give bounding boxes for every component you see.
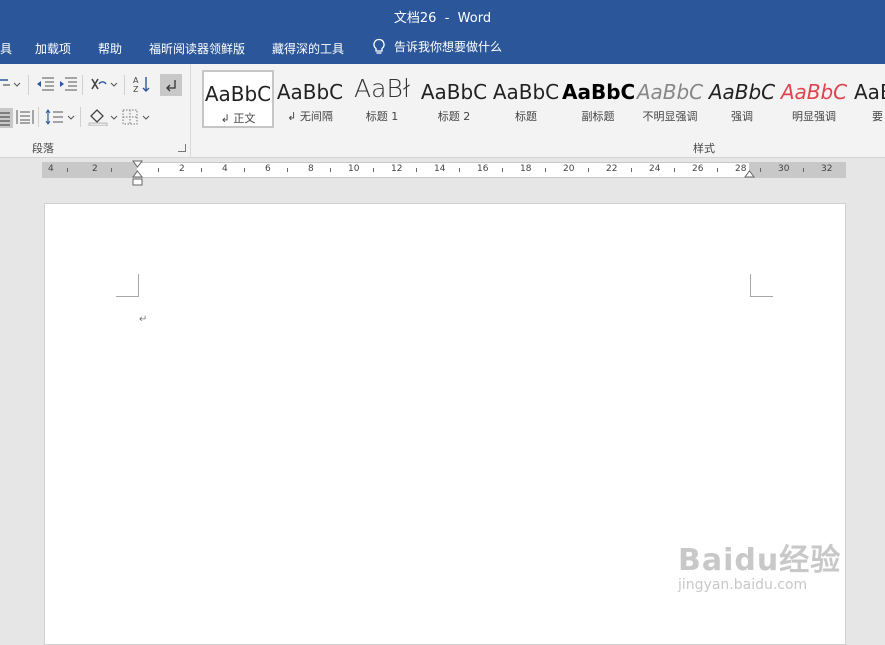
style-heading-2[interactable]: AaBbC 标题 2 — [418, 70, 490, 128]
multilevel-list-icon — [0, 79, 21, 87]
ruler-label: 10 — [348, 164, 360, 174]
title-bar: 文档26 - Word — [0, 0, 885, 30]
style-sample: AaBbC — [276, 80, 344, 104]
ruler-label: 4 — [48, 164, 54, 174]
style-strong[interactable]: AaB 要 — [850, 70, 885, 128]
style-name: 强调 — [731, 110, 753, 123]
svg-text:Z: Z — [133, 85, 139, 93]
style-name: 标题 1 — [365, 110, 399, 123]
ruler-label: 12 — [391, 164, 403, 174]
paragraph-group: A Z 段落 — [0, 64, 191, 157]
window-title: 文档26 - Word — [393, 11, 492, 26]
margin-corner-top-right — [750, 274, 773, 297]
menu-tab-hidden-tools[interactable]: 藏得深的工具 — [272, 40, 344, 57]
style-name: 标题 2 — [437, 110, 471, 123]
lightbulb-icon — [373, 38, 385, 54]
style-no-spacing[interactable]: AaBbC ↲ 无间隔 — [274, 70, 346, 128]
ruler-label: 6 — [265, 164, 271, 174]
watermark-main: Baidu经验 — [678, 543, 842, 578]
style-title[interactable]: AaBbC 标题 — [490, 70, 562, 128]
multilevel-list-button[interactable] — [0, 76, 22, 92]
style-name: 标题 — [515, 110, 537, 123]
ruler-label: 4 — [222, 164, 228, 174]
style-sample: AaBbC — [708, 80, 776, 104]
ruler-label: 22 — [606, 164, 618, 174]
style-name: 副标题 — [581, 110, 615, 123]
margin-corner-top-left — [116, 274, 139, 297]
decrease-indent-button[interactable] — [35, 76, 55, 92]
baidu-watermark: Baidu经验 jingyan.baidu.com — [678, 535, 841, 593]
style-intense-emphasis[interactable]: AaBbC 明显强调 — [778, 70, 850, 128]
style-sample: AaBbC — [562, 80, 634, 104]
paragraph-group-label: 段落 — [32, 142, 54, 155]
ruler-label: 14 — [434, 164, 446, 174]
menu-tab-help[interactable]: 帮助 — [98, 40, 122, 57]
ruler-label: 24 — [649, 164, 661, 174]
menu-bar: 具 加载项 帮助 福昕阅读器领鲜版 藏得深的工具 告诉我你想要做什么 — [0, 30, 885, 64]
style-sample: AaBł — [354, 74, 410, 103]
justify-button[interactable] — [0, 108, 13, 128]
increase-indent-icon — [60, 77, 77, 91]
ruler-label: 2 — [92, 164, 98, 174]
style-name: 不明显强调 — [642, 110, 698, 123]
ruler-label: 32 — [821, 164, 833, 174]
paint-bucket-icon — [88, 109, 118, 126]
decrease-indent-icon — [37, 77, 54, 91]
style-name: ↲ 无间隔 — [287, 110, 333, 123]
paragraph-mark: ↵ — [139, 314, 148, 325]
svg-text:A: A — [133, 76, 139, 85]
tell-me-text: 告诉我你想要做什么 — [394, 40, 503, 54]
style-emphasis[interactable]: AaBbC 强调 — [706, 70, 778, 128]
style-sample: AaBbC — [492, 80, 560, 104]
style-sample: AaBbC — [204, 82, 272, 106]
style-sample: AaBbC — [420, 80, 488, 104]
left-indent-marker[interactable] — [132, 170, 143, 186]
watermark-sub: jingyan.baidu.com — [678, 577, 808, 593]
chinese-layout-button[interactable] — [90, 76, 118, 92]
justify-icon — [0, 112, 10, 126]
ruler-left-margin — [43, 163, 137, 177]
style-sample: AaBbC — [780, 80, 848, 104]
menu-tab-addins[interactable]: 加载项 — [35, 40, 71, 57]
increase-indent-button[interactable] — [58, 76, 78, 92]
line-spacing-icon — [45, 109, 75, 125]
shading-button[interactable] — [88, 108, 118, 126]
sort-button[interactable]: A Z — [132, 75, 152, 93]
style-name: ↲ 正文 — [220, 112, 256, 125]
style-name: 明显强调 — [792, 110, 836, 123]
paragraph-mark-icon — [166, 80, 176, 92]
show-marks-button[interactable] — [160, 74, 182, 96]
ruler-label: 2 — [179, 164, 185, 174]
style-subtitle[interactable]: AaBbC 副标题 — [562, 70, 634, 128]
paragraph-dialog-launcher[interactable] — [178, 144, 186, 152]
style-name: 要 — [872, 110, 883, 123]
first-line-indent-marker[interactable] — [132, 160, 143, 169]
style-sample: AaBbC — [636, 80, 704, 104]
borders-icon — [122, 109, 150, 125]
chinese-layout-icon — [91, 78, 118, 90]
right-indent-marker[interactable] — [744, 170, 755, 179]
ruler-label: 16 — [477, 164, 489, 174]
ruler-label: 26 — [692, 164, 704, 174]
borders-button[interactable] — [122, 109, 152, 125]
distributed-align-icon — [16, 110, 34, 124]
ruler-label: 18 — [520, 164, 532, 174]
line-spacing-button[interactable] — [45, 109, 75, 125]
style-subtle-emphasis[interactable]: AaBbC 不明显强调 — [634, 70, 706, 128]
ruler-label: 8 — [308, 164, 314, 174]
distributed-button[interactable] — [16, 109, 34, 125]
menu-tab-tools[interactable]: 具 — [0, 40, 12, 57]
ribbon: A Z 段落 AaBbC ↲ 正文 AaBbC ↲ 无间隔 AaBł 标题 1 … — [0, 64, 885, 158]
style-normal[interactable]: AaBbC ↲ 正文 — [202, 70, 274, 128]
styles-group-label: 样式 — [693, 142, 715, 155]
menu-tab-foxit[interactable]: 福昕阅读器领鲜版 — [149, 40, 245, 57]
ruler-label: 20 — [563, 164, 575, 174]
horizontal-ruler[interactable]: 4 2 2 4 6 8 10 12 14 16 18 20 22 24 26 2… — [42, 160, 846, 186]
style-sample: AaB — [854, 80, 885, 104]
sort-icon: A Z — [133, 76, 150, 93]
ruler-label: 30 — [778, 164, 790, 174]
tell-me-box[interactable]: 告诉我你想要做什么 — [372, 38, 502, 55]
style-heading-1[interactable]: AaBł 标题 1 — [346, 70, 418, 128]
